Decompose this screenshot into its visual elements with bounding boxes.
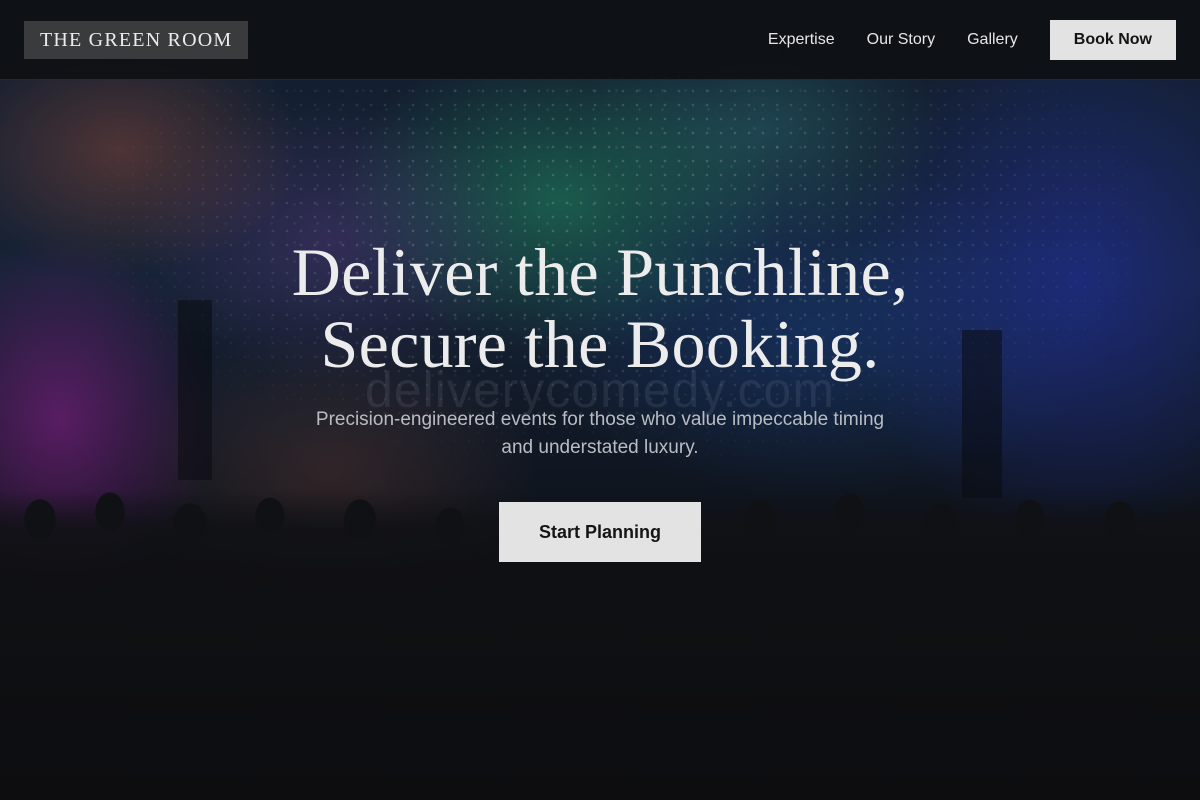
nav-link-our-story[interactable]: Our Story <box>867 31 935 49</box>
hero-headline: Deliver the Punchline, Secure the Bookin… <box>150 236 1050 380</box>
start-planning-button[interactable]: Start Planning <box>499 502 701 562</box>
hero-subheading-line-1: Precision-engineered events for those wh… <box>315 409 885 430</box>
nav-link-gallery[interactable]: Gallery <box>967 31 1018 49</box>
brand-logo[interactable]: THE GREEN ROOM <box>24 21 249 59</box>
hero-subheading: Precision-engineered events for those wh… <box>260 406 940 462</box>
hero-headline-line-1: Deliver the Punchline, <box>291 234 909 310</box>
book-now-button[interactable]: Book Now <box>1049 20 1176 60</box>
hero-subheading-line-2: and understated luxury. <box>501 437 699 458</box>
nav-link-expertise[interactable]: Expertise <box>768 31 835 49</box>
site-header: THE GREEN ROOM Expertise Our Story Galle… <box>0 0 1200 80</box>
main-nav: Expertise Our Story Gallery Book Now <box>768 20 1176 60</box>
